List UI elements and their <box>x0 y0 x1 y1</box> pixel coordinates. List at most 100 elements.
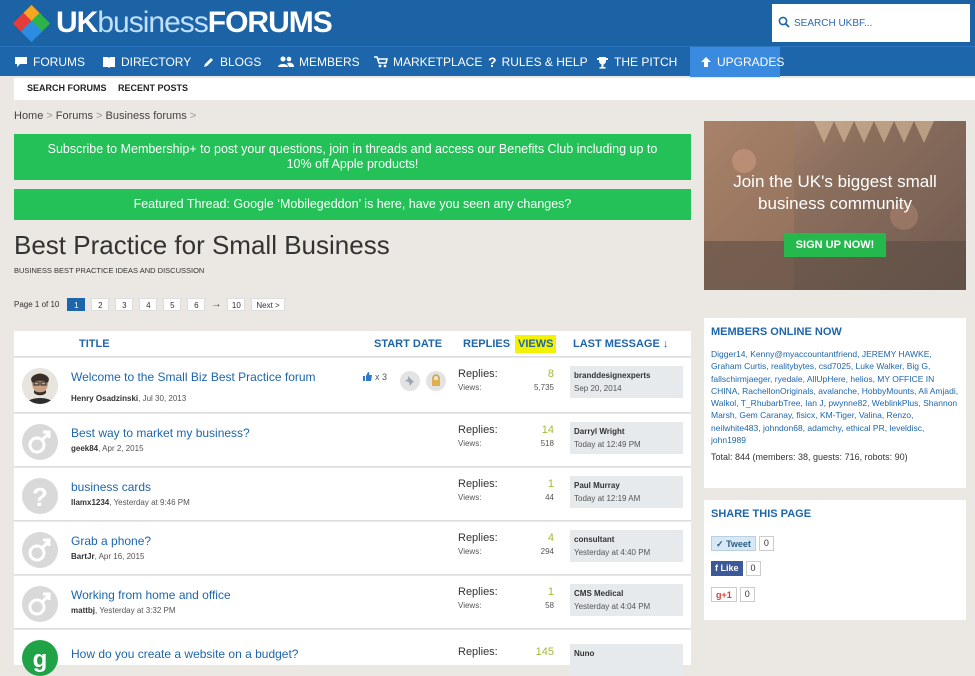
last-message-user[interactable]: branddesignexperts <box>574 371 650 380</box>
members-online-total: Total: 844 (members: 38, guests: 716, ro… <box>711 452 908 463</box>
share-heading: SHARE THIS PAGE <box>711 508 812 520</box>
nav-label: UPGRADES <box>717 55 785 69</box>
nav-blogs[interactable]: BLOGS <box>202 47 261 77</box>
main-nav: FORUMS DIRECTORY BLOGS MEMBERS MARKETPLA… <box>0 46 975 77</box>
last-message-date[interactable]: Sep 20, 2014 <box>574 384 622 393</box>
promo-text: Join the UK's biggest small business com… <box>733 172 937 213</box>
last-message-date[interactable]: Today at 12:19 AM <box>574 494 640 503</box>
nav-marketplace[interactable]: MARKETPLACE <box>374 47 482 77</box>
nav-rules-help[interactable]: ? RULES & HELP <box>488 47 588 77</box>
replies-label: Replies: <box>458 478 498 490</box>
page-link-6[interactable]: 6 <box>187 298 206 311</box>
thread-meta: Henry Osadzinski, Jul 30, 2013 <box>71 394 187 403</box>
nav-label: MEMBERS <box>299 55 360 69</box>
last-message-user[interactable]: Darryl Wright <box>574 427 625 436</box>
thread-title[interactable]: Best way to market my business? <box>71 426 250 440</box>
page-link-2[interactable]: 2 <box>91 298 110 311</box>
breadcrumb-business-forums[interactable]: Business forums <box>106 110 187 122</box>
nav-upgrades[interactable]: UPGRADES <box>690 47 784 77</box>
last-message[interactable]: CMS Medical Yesterday at 4:04 PM <box>570 584 683 616</box>
sign-up-button[interactable]: SIGN UP NOW! <box>784 233 886 257</box>
breadcrumb-home[interactable]: Home <box>14 110 43 122</box>
page-link-1[interactable]: 1 <box>67 298 86 311</box>
column-start-date[interactable]: START DATE <box>374 338 442 350</box>
thread-author[interactable]: BartJr <box>71 552 95 561</box>
brand-forums: FORUMS <box>207 6 333 39</box>
gplus-button[interactable]: g+1 <box>711 587 737 602</box>
thread-author[interactable]: geek84 <box>71 444 98 453</box>
avatar[interactable] <box>22 368 58 404</box>
nav-members[interactable]: MEMBERS <box>278 47 360 77</box>
page-link-4[interactable]: 4 <box>139 298 158 311</box>
thread-title[interactable]: How do you create a website on a budget? <box>71 647 298 661</box>
avatar[interactable]: g <box>22 640 58 676</box>
svg-text:g: g <box>33 646 48 673</box>
recent-posts-link[interactable]: RECENT POSTS <box>118 83 188 93</box>
gplus-count: 0 <box>739 587 755 602</box>
pager-arrow[interactable]: → <box>211 299 221 310</box>
thread-title[interactable]: Grab a phone? <box>71 534 151 548</box>
views-count: 58 <box>545 601 554 610</box>
breadcrumb: Home > Forums > Business forums > <box>14 110 199 122</box>
featured-thread-banner[interactable]: Featured Thread: Google ‘Mobilegeddon’ i… <box>14 189 691 220</box>
nav-the-pitch[interactable]: THE PITCH <box>596 47 677 77</box>
search-icon[interactable] <box>778 16 790 28</box>
column-title[interactable]: TITLE <box>79 338 110 350</box>
page-link-10[interactable]: 10 <box>227 298 246 311</box>
search-forums-link[interactable]: SEARCH FORUMS <box>27 83 107 93</box>
members-online-list[interactable]: Digger14, Kenny@myaccountantfriend, JERE… <box>704 342 966 446</box>
replies-count: 8 <box>547 368 554 380</box>
search-input[interactable] <box>794 12 964 34</box>
pagination: Page 1 of 10 1 2 3 4 5 6 → 10 Next > <box>14 298 285 311</box>
members-online-heading: MEMBERS ONLINE NOW <box>711 326 842 338</box>
question-icon: ? <box>488 54 497 70</box>
thread-author[interactable]: Henry Osadzinski <box>71 394 138 403</box>
membership-banner[interactable]: Subscribe to Membership+ to post your qu… <box>14 134 691 180</box>
last-message[interactable]: consultant Yesterday at 4:40 PM <box>570 530 683 562</box>
column-last-message[interactable]: LAST MESSAGE ↓ <box>573 338 668 350</box>
thread-author[interactable]: mattbj <box>71 606 95 615</box>
chat-icon <box>15 57 27 67</box>
last-message[interactable]: Darryl Wright Today at 12:49 PM <box>570 422 683 454</box>
table-row: g How do you create a website on a budge… <box>14 630 691 676</box>
next-page-link[interactable]: Next > <box>251 298 285 311</box>
last-message-user[interactable]: Nuno <box>574 649 594 658</box>
thread-title[interactable]: Working from home and office <box>71 588 231 602</box>
thread-title[interactable]: Welcome to the Small Biz Best Practice f… <box>71 370 316 384</box>
avatar-male-icon[interactable] <box>22 424 58 460</box>
thread-title[interactable]: business cards <box>71 480 151 494</box>
signup-promo: Join the UK's biggest small business com… <box>704 121 966 290</box>
last-message[interactable]: branddesignexperts Sep 20, 2014 <box>570 366 683 398</box>
last-message[interactable]: Paul Murray Today at 12:19 AM <box>570 476 683 508</box>
last-message[interactable]: Nuno <box>570 644 683 676</box>
last-message-user[interactable]: Paul Murray <box>574 481 620 490</box>
thread-meta: llamx1234, Yesterday at 9:46 PM <box>71 498 190 507</box>
like-count: x 3 <box>362 371 387 382</box>
thread-author[interactable]: llamx1234 <box>71 498 109 507</box>
column-replies[interactable]: REPLIES <box>463 338 510 350</box>
brand-business: business <box>97 6 208 39</box>
column-views[interactable]: VIEWS <box>515 335 557 353</box>
last-message-date[interactable]: Yesterday at 4:04 PM <box>574 602 650 611</box>
last-message-date[interactable]: Today at 12:49 PM <box>574 440 641 449</box>
logo-icon[interactable] <box>12 4 51 43</box>
avatar-male-icon[interactable] <box>22 586 58 622</box>
breadcrumb-forums[interactable]: Forums <box>56 110 93 122</box>
thread-meta: mattbj, Yesterday at 3:32 PM <box>71 606 176 615</box>
nav-forums[interactable]: FORUMS <box>14 47 85 77</box>
replies-label: Replies: <box>458 368 498 380</box>
avatar-male-icon[interactable] <box>22 532 58 568</box>
last-message-date[interactable]: Yesterday at 4:40 PM <box>574 548 650 557</box>
tweet-button[interactable]: ✓ Tweet <box>711 536 756 551</box>
avatar-unknown-icon[interactable]: ? <box>22 478 58 514</box>
facebook-f-icon: f <box>715 563 718 573</box>
site-wordmark[interactable]: UKbusinessFORUMS <box>56 6 333 40</box>
views-count: 5,735 <box>533 383 554 392</box>
last-message-user[interactable]: CMS Medical <box>574 589 623 598</box>
views-count: 294 <box>540 547 554 556</box>
nav-directory[interactable]: DIRECTORY <box>102 47 191 77</box>
last-message-user[interactable]: consultant <box>574 535 614 544</box>
facebook-like-button[interactable]: f Like <box>711 561 743 576</box>
page-link-5[interactable]: 5 <box>163 298 182 311</box>
page-link-3[interactable]: 3 <box>115 298 134 311</box>
